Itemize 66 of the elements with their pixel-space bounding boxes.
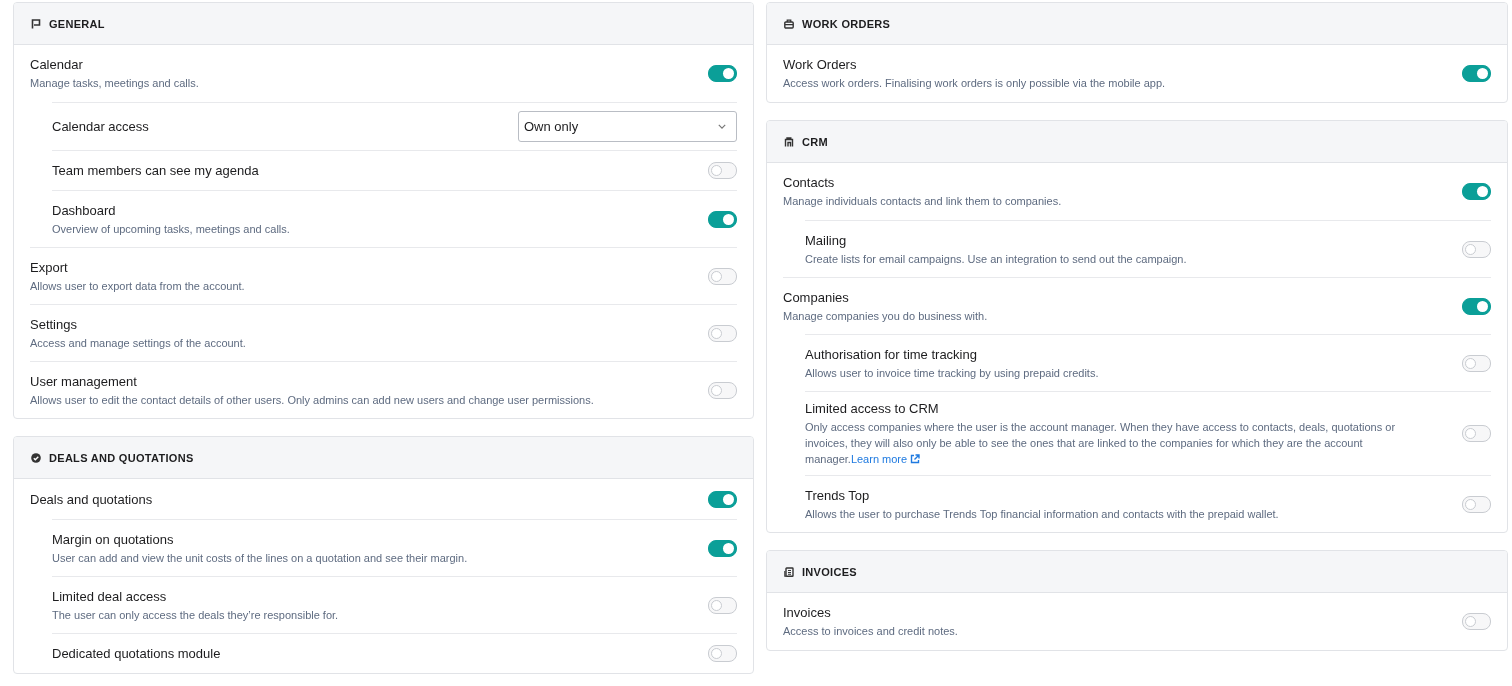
setting-description: Manage companies you do business with. [783, 308, 988, 324]
toggle-switch[interactable] [708, 65, 737, 82]
toggle-switch[interactable] [708, 162, 737, 179]
setting-title: Team members can see my agenda [52, 162, 259, 179]
setting-title: Mailing [805, 231, 848, 249]
toggle-switch[interactable] [708, 210, 737, 228]
setting-description: Manage tasks, meetings and calls. [30, 76, 199, 91]
section-title: INVOICES [802, 565, 857, 578]
setting-title: Deals and quotations [30, 490, 153, 508]
section-title: WORK ORDERS [802, 17, 891, 30]
building-icon [784, 136, 794, 147]
toggle-switch[interactable] [1462, 240, 1491, 258]
toggle-switch[interactable] [708, 539, 737, 557]
setting-title: Dashboard [52, 201, 117, 219]
setting-description: Overview of upcoming tasks, meetings and calls. [52, 221, 290, 237]
toggle-switch[interactable] [708, 645, 737, 662]
setting-description: Create lists for email campaigns. Use an integration to send out the campaign. [805, 251, 1187, 267]
check-circle-icon [31, 452, 41, 463]
document-icon [784, 566, 794, 577]
toggle-switch[interactable] [708, 267, 737, 285]
learn-more-link[interactable]: Learn more [850, 453, 921, 465]
toggle-switch[interactable] [708, 324, 737, 342]
toggle-switch[interactable] [1462, 297, 1491, 315]
toggle-switch[interactable] [708, 596, 737, 614]
setting-title: Calendar [30, 56, 84, 73]
setting-title: Calendar access [52, 118, 149, 135]
access-dropdown[interactable]: Own only [518, 111, 737, 142]
toggle-switch[interactable] [1462, 354, 1491, 372]
toggle-switch[interactable] [708, 490, 737, 508]
setting-title: Contacts [783, 174, 836, 191]
setting-title: Dedicated quotations module [52, 645, 221, 662]
setting-title: User management [30, 372, 138, 390]
section-title: DEALS AND QUOTATIONS [49, 451, 194, 464]
setting-description: The user can only access the deals they’re responsible for. [52, 607, 339, 623]
setting-description: Access to invoices and credit notes. [783, 624, 958, 639]
setting-description: Allows user to edit the contact details of other users. Only admins can add new users and change user permissions. [30, 392, 594, 408]
setting-title: Margin on quotations [52, 530, 175, 548]
setting-title: Invoices [783, 604, 832, 621]
setting-description: Only access companies where the user is the account manager. When they have access to contacts, deals, quotations or invoices, they will also only be able to see the ones that are linked to the companies for which they are the account manager.Learn more [805, 420, 1397, 467]
setting-description: User can add and view the unit costs of the lines on a quotation and see their margin. [52, 550, 468, 566]
setting-title: Export [30, 258, 69, 276]
setting-description: Allows user to export data from the account. [30, 278, 245, 294]
setting-description: Access work orders. Finalising work orders is only possible via the mobile app. [783, 76, 1166, 91]
toggle-switch[interactable] [1462, 613, 1491, 630]
setting-description: Allows the user to purchase Trends Top financial information and contacts with the prepaid wallet. [805, 506, 1279, 522]
setting-title: Authorisation for time tracking [805, 345, 978, 363]
setting-title: Companies [783, 288, 850, 306]
external-link-icon [910, 454, 921, 464]
toggle-switch[interactable] [1462, 65, 1491, 82]
setting-title: Limited access to CRM [805, 400, 940, 417]
toggle-switch[interactable] [1462, 425, 1491, 442]
setting-title: Settings [30, 315, 78, 333]
setting-description: Allows user to invoice time tracking by using prepaid credits. [805, 365, 1099, 381]
section-title: GENERAL [49, 17, 105, 30]
toggle-switch[interactable] [1462, 183, 1491, 200]
section-title: CRM [802, 135, 828, 148]
setting-title: Trends Top [805, 486, 871, 504]
setting-title: Limited deal access [52, 587, 168, 605]
setting-title: Work Orders [783, 56, 858, 73]
toolbox-icon [784, 18, 794, 29]
flag-icon [31, 18, 41, 29]
chevron-down-icon [718, 124, 726, 129]
toggle-switch[interactable] [1462, 495, 1491, 513]
setting-description: Manage individuals contacts and link them to companies. [783, 194, 1062, 209]
setting-description: Access and manage settings of the account. [30, 335, 246, 351]
toggle-switch[interactable] [708, 381, 737, 399]
